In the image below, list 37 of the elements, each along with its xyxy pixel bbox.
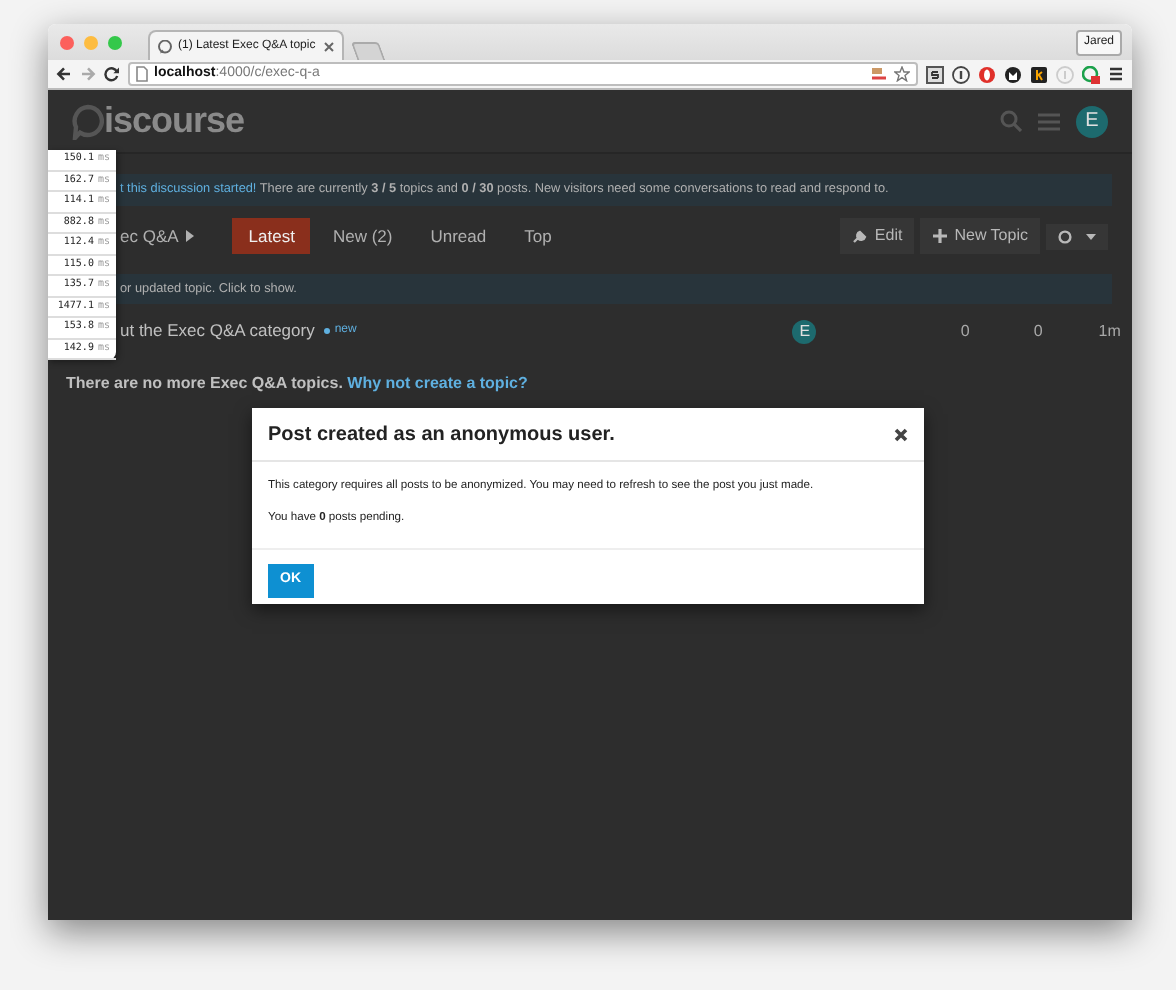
back-icon[interactable] (56, 66, 72, 82)
new-topic-button[interactable]: New Topic (920, 218, 1040, 255)
topic-title[interactable]: ut the Exec Q&A category (120, 318, 315, 345)
reload-icon[interactable] (104, 66, 120, 82)
replies-count: 0 (960, 319, 970, 344)
empty-list-message: There are no more Exec Q&A topics. Why not create a topic? (66, 372, 530, 397)
close-icon[interactable] (324, 41, 334, 51)
menu-icon[interactable] (1108, 66, 1124, 82)
extension-icon[interactable] (1004, 65, 1022, 83)
create-topic-link[interactable]: Why not create a topic? (347, 374, 528, 393)
caret-icon (1085, 233, 1096, 240)
page-icon (136, 66, 148, 82)
user-avatar[interactable]: E (1076, 105, 1108, 137)
extension-icon[interactable] (952, 65, 970, 83)
nav-tab[interactable]: Latest (232, 217, 311, 255)
close-button[interactable] (60, 35, 74, 49)
chat-bubble-icon (158, 39, 172, 53)
extension-icon[interactable] (1030, 65, 1048, 83)
plus-icon (932, 228, 949, 245)
modal-title: Post created as an anonymous user. (268, 422, 615, 450)
site-logo[interactable]: iscourse (104, 94, 245, 148)
views-count: 0 (1033, 319, 1043, 344)
poster-avatar[interactable]: E (792, 319, 817, 344)
activity-time: 1m (1098, 319, 1121, 344)
edit-button[interactable]: Edit (840, 218, 915, 255)
nav-tab[interactable]: Unread (414, 217, 503, 255)
circle-icon (1057, 229, 1072, 244)
category-dropdown[interactable]: ec Q&A (120, 223, 195, 249)
caret-icon (186, 230, 195, 243)
nav-tab[interactable]: New (2) (316, 217, 409, 255)
close-icon[interactable] (894, 428, 908, 442)
nav-tab[interactable]: Top (508, 217, 568, 255)
notification-button[interactable] (1045, 223, 1108, 250)
star-icon[interactable] (894, 66, 910, 82)
chat-bubble-icon (72, 103, 104, 139)
wrench-icon (852, 228, 869, 245)
extension-icon[interactable] (926, 65, 944, 83)
